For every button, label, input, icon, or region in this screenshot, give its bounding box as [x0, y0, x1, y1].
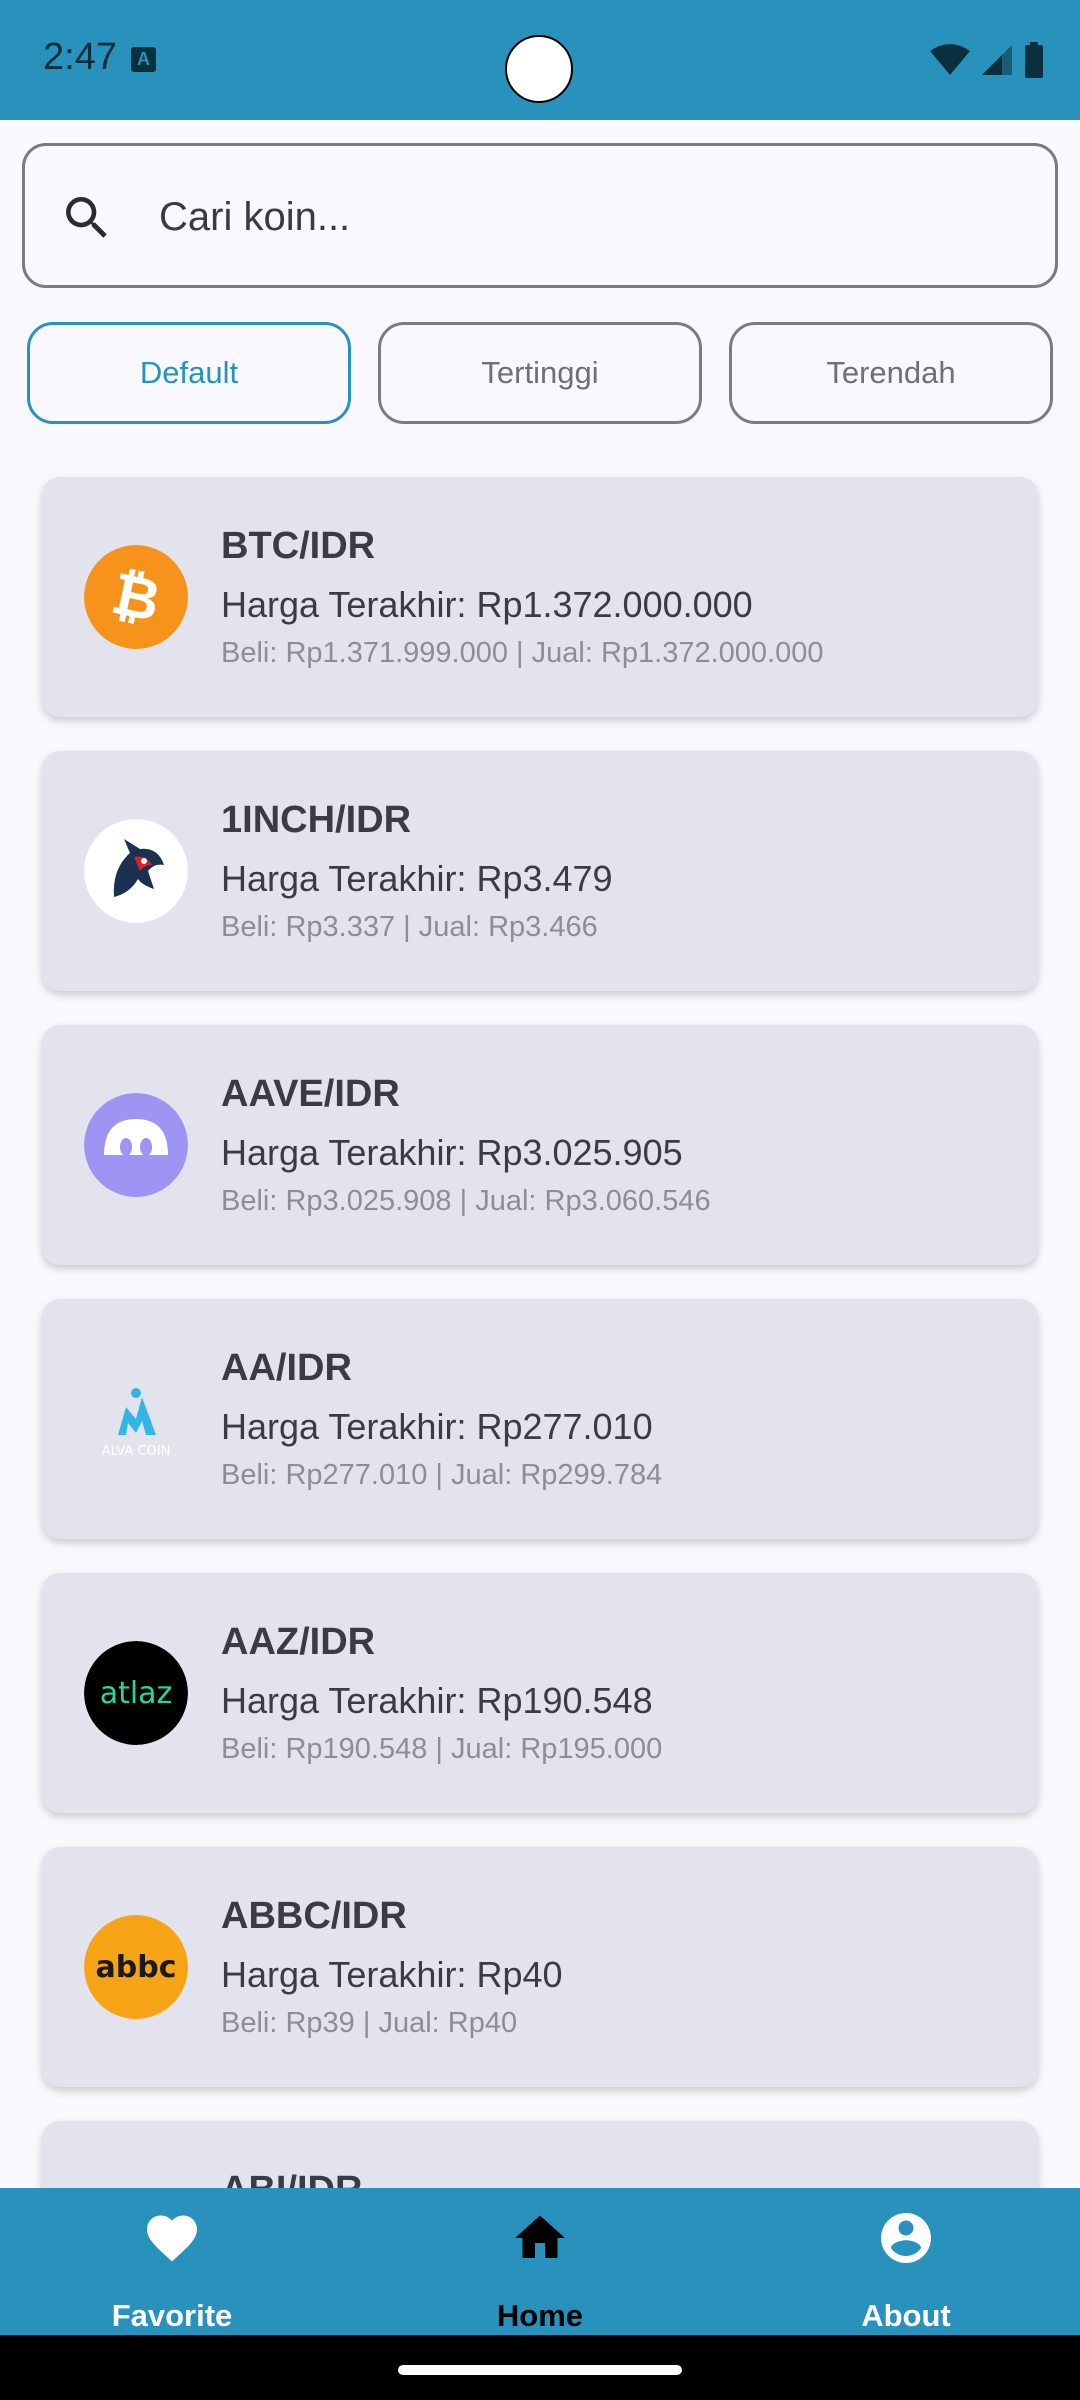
atlaz-text: atlaz — [100, 1676, 173, 1711]
camera-cutout — [505, 35, 573, 103]
coin-last-price: Harga Terakhir: Rp1.372.000.000 — [221, 584, 753, 625]
alva-coin-icon: ALVA COIN — [84, 1367, 188, 1471]
alva-coin-text: ALVA COIN — [102, 1444, 171, 1459]
coin-last-price: Harga Terakhir: Rp3.479 — [221, 858, 613, 899]
coin-pair: BTC/IDR — [221, 525, 376, 567]
coin-pair: ABI/IDR — [221, 2169, 362, 2188]
wifi-icon — [930, 44, 970, 75]
coin-pair: ABBC/IDR — [221, 1895, 407, 1937]
status-time: 2:47 — [43, 36, 117, 78]
signal-icon — [982, 45, 1012, 75]
coin-last-price: Harga Terakhir: Rp277.010 — [221, 1406, 653, 1447]
filter-terendah-button[interactable]: Terendah — [729, 322, 1053, 424]
nav-label-favorite: Favorite — [111, 2298, 233, 2333]
coin-bid-ask: Beli: Rp39 | Jual: Rp40 — [221, 2007, 518, 2039]
status-bar: 2:47 A — [0, 0, 1080, 120]
coin-last-price: Harga Terakhir: Rp40 — [221, 1954, 563, 1995]
coin-card-abi[interactable]: ABI/IDR — [42, 2121, 1038, 2188]
aave-ghost-icon — [84, 1093, 188, 1197]
bitcoin-icon: ₿ — [84, 545, 188, 649]
coin-list[interactable]: ₿ BTC/IDR Harga Terakhir: Rp1.372.000.00… — [0, 475, 1080, 2188]
gesture-bar — [0, 2335, 1080, 2400]
filter-default-button[interactable]: Default — [27, 322, 351, 424]
coin-bid-ask: Beli: Rp3.337 | Jual: Rp3.466 — [221, 911, 598, 943]
coin-card-1inch[interactable]: 1INCH/IDR Harga Terakhir: Rp3.479 Beli: … — [42, 751, 1038, 991]
nav-about[interactable]: About — [776, 2188, 1036, 2335]
abbc-icon: abbc — [84, 1915, 188, 2019]
bottom-nav: Favorite Home About — [0, 2188, 1080, 2335]
unicorn-icon — [84, 819, 188, 923]
home-gesture-handle[interactable] — [398, 2365, 682, 2375]
home-icon — [515, 2215, 565, 2258]
search-input[interactable] — [157, 176, 1021, 258]
search-icon — [66, 197, 107, 238]
atlaz-icon: atlaz — [84, 1641, 188, 1745]
coin-card-aa[interactable]: ALVA COIN AA/IDR Harga Terakhir: Rp277.0… — [42, 1299, 1038, 1539]
coin-pair: 1INCH/IDR — [221, 799, 412, 841]
coin-pair: AAZ/IDR — [221, 1621, 376, 1663]
nav-label-home: Home — [496, 2298, 584, 2333]
coin-last-price: Harga Terakhir: Rp3.025.905 — [221, 1132, 683, 1173]
coin-bid-ask: Beli: Rp190.548 | Jual: Rp195.000 — [221, 1733, 663, 1765]
nav-favorite[interactable]: Favorite — [42, 2188, 302, 2335]
coin-pair: AA/IDR — [221, 1347, 352, 1389]
coin-bid-ask: Beli: Rp277.010 | Jual: Rp299.784 — [221, 1459, 663, 1491]
filter-tertinggi-button[interactable]: Tertinggi — [378, 322, 702, 424]
coin-pair: AAVE/IDR — [221, 1073, 400, 1115]
coin-card-abbc[interactable]: abbc ABBC/IDR Harga Terakhir: Rp40 Beli:… — [42, 1847, 1038, 2087]
coin-last-price: Harga Terakhir: Rp190.548 — [221, 1680, 653, 1721]
nav-label-about: About — [861, 2298, 951, 2333]
status-icons — [930, 40, 1044, 80]
heart-icon — [147, 2215, 197, 2262]
coin-card-aave[interactable]: AAVE/IDR Harga Terakhir: Rp3.025.905 Bel… — [42, 1025, 1038, 1265]
coin-card-aaz[interactable]: atlaz AAZ/IDR Harga Terakhir: Rp190.548 … — [42, 1573, 1038, 1813]
nav-home[interactable]: Home — [410, 2188, 670, 2335]
coin-bid-ask: Beli: Rp1.371.999.000 | Jual: Rp1.372.00… — [221, 637, 824, 669]
battery-icon — [1025, 42, 1043, 78]
account-circle-icon — [881, 2213, 931, 2263]
abbc-text: abbc — [96, 1950, 177, 1985]
coin-card-btc[interactable]: ₿ BTC/IDR Harga Terakhir: Rp1.372.000.00… — [42, 477, 1038, 717]
coin-bid-ask: Beli: Rp3.025.908 | Jual: Rp3.060.546 — [221, 1185, 711, 1217]
notification-icon: A — [131, 47, 156, 72]
search-box[interactable] — [22, 143, 1058, 288]
